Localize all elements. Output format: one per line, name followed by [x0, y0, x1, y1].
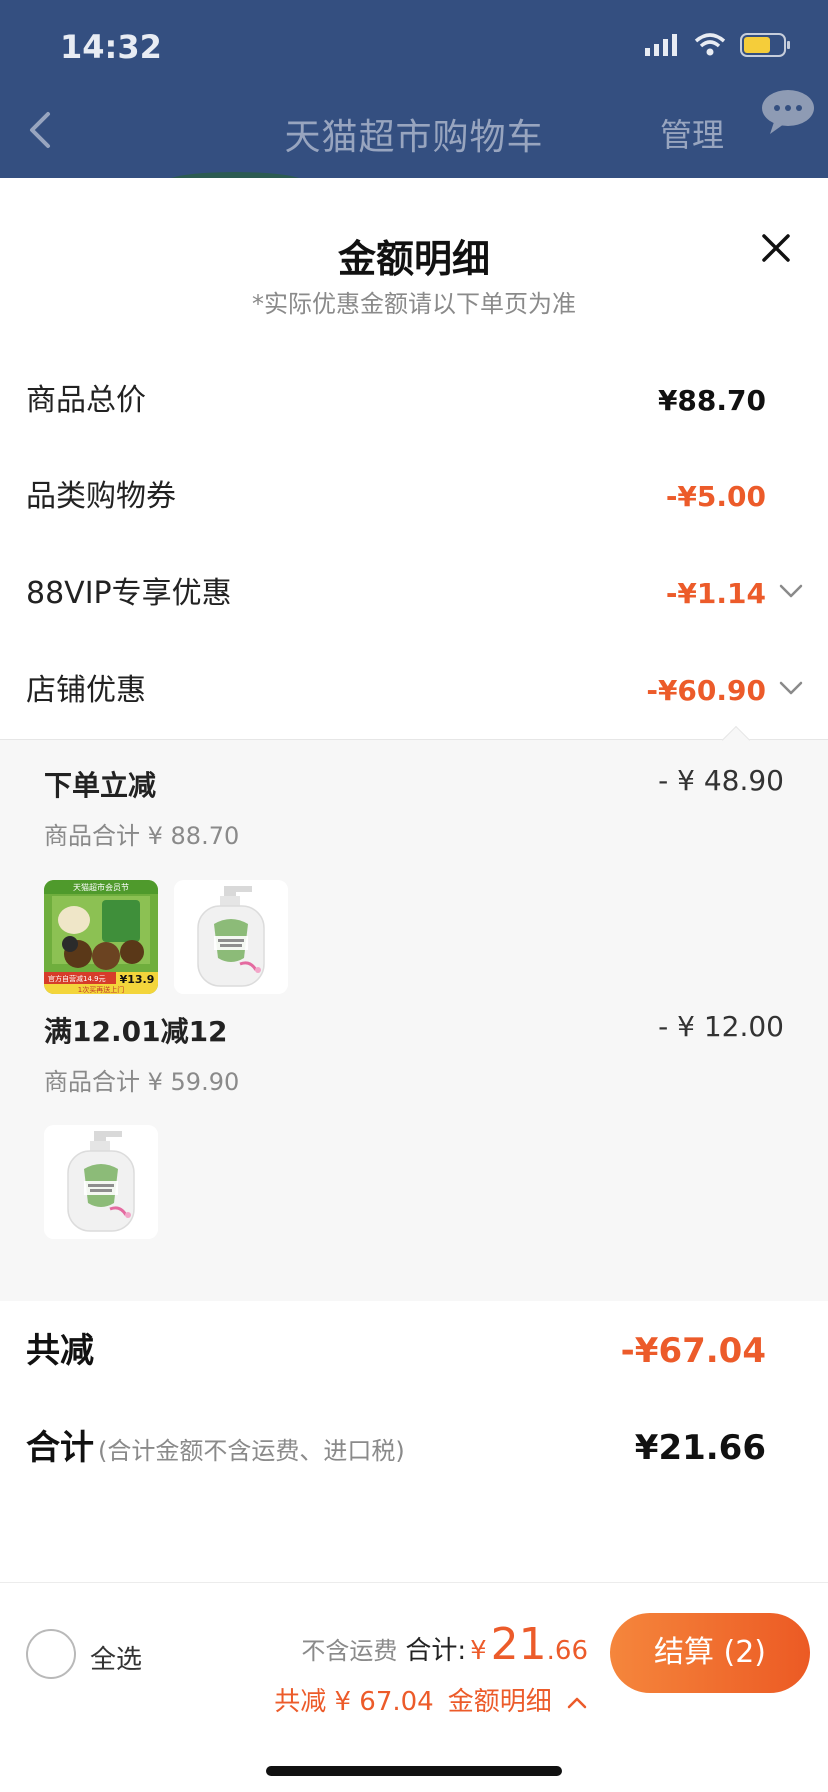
select-all-label[interactable]: 全选 — [90, 1639, 142, 1676]
shop-discount-detail-panel: 下单立减 - ¥ 48.90 商品合计 ¥ 88.70 天猫超市会员节 官方自营… — [0, 739, 828, 1301]
grand-total-row: 合计 (合计金额不含运费、进口税) ¥21.66 — [0, 1400, 828, 1496]
snack-delivery-text: 1次买再送上门 — [78, 985, 124, 994]
promo-amount: - ¥ 12.00 — [658, 1010, 784, 1043]
row-88vip-discount[interactable]: 88VIP专享优惠 -¥1.14 — [0, 546, 828, 642]
grand-total-amount: ¥21.66 — [634, 1428, 766, 1468]
soap-product-image — [174, 880, 288, 994]
row-amount: ¥88.70 — [657, 384, 766, 417]
soap-product-image — [44, 1125, 158, 1239]
thumb-hand-soap[interactable] — [174, 880, 288, 994]
discount-line: 共减 ¥ 67.04 金额明细 — [274, 1681, 588, 1718]
promo-subtotal: 商品合计 ¥ 59.90 — [44, 1068, 240, 1096]
checkout-bar: 全选 不含运费 合计: ¥21.66 共减 ¥ 67.04 金额明细 结算 (2) — [0, 1582, 828, 1792]
status-time: 14:32 — [60, 28, 162, 66]
snack-badge-text: 天猫超市会员节 — [73, 882, 129, 892]
snack-promo-text: 官方自营减14.9元 — [48, 974, 106, 983]
row-amount: -¥60.90 — [646, 674, 766, 707]
battery-icon — [740, 33, 790, 57]
close-icon[interactable] — [756, 228, 796, 268]
amount-detail-toggle[interactable]: 金额明细 — [448, 1687, 588, 1717]
row-category-coupon: 品类购物券 -¥5.00 — [0, 449, 828, 545]
row-label: 店铺优惠 — [26, 673, 146, 708]
total-discount-amount: -¥67.04 — [620, 1331, 766, 1371]
sheet-title: 金额明细 — [337, 237, 490, 281]
signal-icon — [645, 34, 677, 56]
promo-amount: - ¥ 48.90 — [658, 764, 784, 797]
chevron-up-icon[interactable] — [566, 1695, 588, 1711]
total-discount-row: 共减 -¥67.04 — [0, 1303, 828, 1399]
discount-summary: 共减 ¥ 67.04 — [274, 1687, 434, 1717]
grand-total-label: 合计 — [26, 1428, 94, 1468]
sheet-subtitle: *实际优惠金额请以下单页为准 — [252, 290, 576, 318]
wifi-icon — [694, 33, 726, 56]
sum-currency: ¥ — [470, 1636, 487, 1666]
select-all-checkbox[interactable] — [26, 1629, 76, 1679]
row-label: 品类购物券 — [26, 479, 176, 514]
shipping-note: 不含运费 — [301, 1637, 398, 1665]
row-label: 88VIP专享优惠 — [26, 576, 232, 611]
message-bubble-icon[interactable] — [760, 88, 816, 138]
snack-product-image: 天猫超市会员节 官方自营减14.9元 ¥13.9 1次买再送上门 — [44, 880, 158, 994]
row-amount: -¥5.00 — [665, 480, 766, 513]
chevron-down-icon[interactable] — [778, 582, 804, 600]
thumb-hand-soap[interactable] — [44, 1125, 158, 1239]
status-icons — [644, 32, 792, 58]
home-indicator — [266, 1766, 562, 1776]
amount-detail-label[interactable]: 金额明细 — [448, 1687, 552, 1717]
grand-total-label-wrap: 合计 (合计金额不含运费、进口税) — [26, 1400, 405, 1499]
grand-total-note: (合计金额不含运费、进口税) — [98, 1437, 405, 1465]
sum-decimal: .66 — [546, 1636, 588, 1666]
sum-line: 不含运费 合计: ¥21.66 — [301, 1619, 588, 1670]
sum-integer: 21 — [490, 1619, 547, 1670]
total-discount-label: 共减 — [26, 1331, 94, 1371]
row-item-total: 商品总价 ¥88.70 — [0, 353, 828, 449]
amount-detail-sheet: 金额明细 *实际优惠金额请以下单页为准 商品总价 ¥88.70 品类购物券 -¥… — [0, 178, 828, 1792]
sum-label: 合计: — [405, 1636, 467, 1666]
row-label: 商品总价 — [26, 383, 146, 418]
row-shop-discount[interactable]: 店铺优惠 -¥60.90 — [0, 643, 828, 739]
cart-header: 14:32 天猫超市购物车 管理 — [0, 0, 828, 180]
checkout-button[interactable]: 结算 (2) — [610, 1613, 810, 1693]
chevron-down-icon[interactable] — [778, 679, 804, 697]
manage-button[interactable]: 管理 — [660, 110, 724, 156]
promo-subtotal: 商品合计 ¥ 88.70 — [44, 822, 240, 850]
promo-name: 满12.01减12 — [44, 1015, 228, 1048]
row-amount: -¥1.14 — [665, 577, 766, 610]
thumb-snack-pack[interactable]: 天猫超市会员节 官方自营减14.9元 ¥13.9 1次买再送上门 — [44, 880, 158, 994]
promo-name: 下单立减 — [44, 769, 157, 802]
